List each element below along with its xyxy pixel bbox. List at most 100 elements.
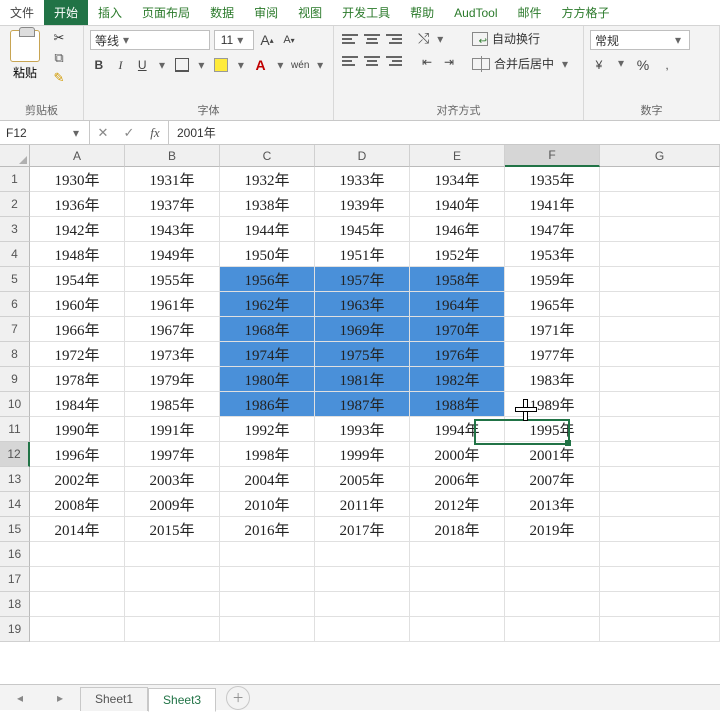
- cell[interactable]: [600, 167, 720, 192]
- cell[interactable]: [600, 342, 720, 367]
- cell[interactable]: 1994年: [410, 417, 505, 442]
- indent-increase-icon[interactable]: ⇥: [440, 53, 458, 71]
- cell[interactable]: 2009年: [125, 492, 220, 517]
- cell-grid[interactable]: 1930年1931年1932年1933年1934年1935年1936年1937年…: [30, 167, 720, 684]
- cell[interactable]: 1992年: [220, 417, 315, 442]
- align-bottom-icon[interactable]: [384, 30, 404, 48]
- cell[interactable]: [125, 567, 220, 592]
- cell[interactable]: 1984年: [30, 392, 125, 417]
- cell[interactable]: 1937年: [125, 192, 220, 217]
- add-sheet-button[interactable]: ＋: [226, 686, 250, 710]
- tab-视图[interactable]: 视图: [288, 0, 332, 25]
- align-top-icon[interactable]: [340, 30, 360, 48]
- cell[interactable]: 1953年: [505, 242, 600, 267]
- merge-center-button[interactable]: 合并后居中▾: [472, 55, 572, 72]
- col-header-C[interactable]: C: [220, 145, 315, 167]
- cell[interactable]: 1968年: [220, 317, 315, 342]
- cell[interactable]: [30, 592, 125, 617]
- tab-nav-first-icon[interactable]: ◂: [17, 691, 23, 705]
- underline-dropdown[interactable]: ▾: [155, 58, 169, 72]
- sheet-tab-Sheet1[interactable]: Sheet1: [80, 687, 148, 711]
- cell[interactable]: 1963年: [315, 292, 410, 317]
- cell[interactable]: [505, 617, 600, 642]
- cell[interactable]: [125, 592, 220, 617]
- col-header-A[interactable]: A: [30, 145, 125, 167]
- cell[interactable]: 2005年: [315, 467, 410, 492]
- cell[interactable]: [505, 592, 600, 617]
- cell[interactable]: 2012年: [410, 492, 505, 517]
- cell[interactable]: 1967年: [125, 317, 220, 342]
- cell[interactable]: 2008年: [30, 492, 125, 517]
- cell[interactable]: 1980年: [220, 367, 315, 392]
- cell[interactable]: [220, 542, 315, 567]
- row-header-12[interactable]: 12: [0, 442, 30, 467]
- cell[interactable]: [600, 242, 720, 267]
- bold-button[interactable]: B: [90, 56, 108, 74]
- cell[interactable]: [315, 592, 410, 617]
- cell[interactable]: 1996年: [30, 442, 125, 467]
- cell[interactable]: 1999年: [315, 442, 410, 467]
- col-header-D[interactable]: D: [315, 145, 410, 167]
- cell[interactable]: 1955年: [125, 267, 220, 292]
- cell[interactable]: 1945年: [315, 217, 410, 242]
- cell[interactable]: 2017年: [315, 517, 410, 542]
- cell[interactable]: 1987年: [315, 392, 410, 417]
- tab-文件[interactable]: 文件: [0, 0, 44, 25]
- row-header-19[interactable]: 19: [0, 617, 30, 642]
- align-right-icon[interactable]: [384, 52, 404, 70]
- cell[interactable]: [600, 217, 720, 242]
- cell[interactable]: 2006年: [410, 467, 505, 492]
- col-header-B[interactable]: B: [125, 145, 220, 167]
- align-middle-icon[interactable]: [362, 30, 382, 48]
- cell[interactable]: 1978年: [30, 367, 125, 392]
- cell[interactable]: 1964年: [410, 292, 505, 317]
- cell[interactable]: [600, 567, 720, 592]
- enter-icon[interactable]: ✓: [116, 125, 142, 141]
- cell[interactable]: 1970年: [410, 317, 505, 342]
- cell[interactable]: [315, 542, 410, 567]
- fx-icon[interactable]: fx: [142, 125, 168, 141]
- underline-button[interactable]: U: [133, 56, 151, 74]
- cell[interactable]: 1982年: [410, 367, 505, 392]
- cell[interactable]: 1974年: [220, 342, 315, 367]
- cell[interactable]: [125, 617, 220, 642]
- cell[interactable]: [410, 617, 505, 642]
- cell[interactable]: 1989年: [505, 392, 600, 417]
- col-header-E[interactable]: E: [410, 145, 505, 167]
- row-header-4[interactable]: 4: [0, 242, 30, 267]
- fill-color-button[interactable]: [212, 56, 230, 74]
- row-header-5[interactable]: 5: [0, 267, 30, 292]
- tab-插入[interactable]: 插入: [88, 0, 132, 25]
- cell[interactable]: 1931年: [125, 167, 220, 192]
- cell[interactable]: [600, 192, 720, 217]
- cell[interactable]: 1965年: [505, 292, 600, 317]
- cell[interactable]: [600, 517, 720, 542]
- cell[interactable]: 1991年: [125, 417, 220, 442]
- cell[interactable]: 1933年: [315, 167, 410, 192]
- cell[interactable]: [600, 542, 720, 567]
- row-header-7[interactable]: 7: [0, 317, 30, 342]
- cell[interactable]: 1943年: [125, 217, 220, 242]
- cell[interactable]: [220, 617, 315, 642]
- cell[interactable]: 1949年: [125, 242, 220, 267]
- cell[interactable]: 2007年: [505, 467, 600, 492]
- tab-页面布局[interactable]: 页面布局: [132, 0, 200, 25]
- cell[interactable]: 1966年: [30, 317, 125, 342]
- cell[interactable]: 1960年: [30, 292, 125, 317]
- cell[interactable]: 1935年: [505, 167, 600, 192]
- cell[interactable]: 2019年: [505, 517, 600, 542]
- sheet-tab-Sheet3[interactable]: Sheet3: [148, 688, 216, 712]
- accounting-format-icon[interactable]: ¥: [590, 56, 608, 74]
- row-header-6[interactable]: 6: [0, 292, 30, 317]
- cell[interactable]: 1941年: [505, 192, 600, 217]
- tab-邮件[interactable]: 邮件: [508, 0, 552, 25]
- paste-button[interactable]: 粘贴: [6, 30, 44, 81]
- row-header-17[interactable]: 17: [0, 567, 30, 592]
- cell[interactable]: 1986年: [220, 392, 315, 417]
- formula-input[interactable]: 2001年: [169, 121, 720, 144]
- align-left-icon[interactable]: [340, 52, 360, 70]
- cell[interactable]: 1976年: [410, 342, 505, 367]
- font-name-combo[interactable]: 等线▾: [90, 30, 210, 50]
- col-header-F[interactable]: F: [505, 145, 600, 167]
- tab-帮助[interactable]: 帮助: [400, 0, 444, 25]
